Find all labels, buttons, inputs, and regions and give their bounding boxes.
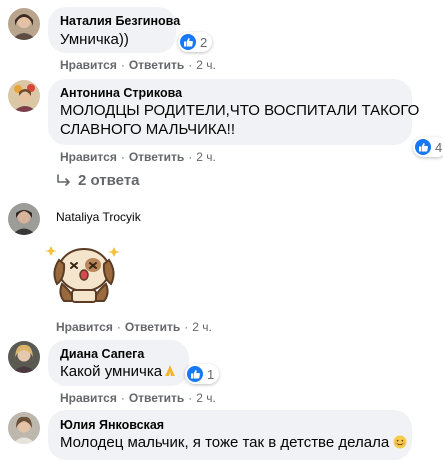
comment-text: Молодец мальчик, я тоже так в детстве де…	[60, 433, 407, 452]
separator: ·	[188, 58, 193, 72]
like-icon	[187, 366, 203, 382]
comment-avatar[interactable]	[8, 341, 40, 373]
reply-action[interactable]: Ответить	[129, 150, 184, 164]
comment-actions: Нравится · Ответить · 2 ч.	[60, 58, 216, 72]
comment-author[interactable]: Nataliya Trocyik	[56, 210, 141, 224]
comment-author[interactable]: Диана Сапега	[60, 347, 144, 361]
like-action[interactable]: Нравится	[60, 58, 117, 72]
comment-text-content: Какой умничка	[60, 363, 163, 380]
smiling-emoji	[393, 435, 407, 449]
comment-actions: Нравится · Ответить · 2 ч.	[60, 391, 216, 405]
comment-author[interactable]: Юлия Янковская	[60, 418, 164, 432]
comment-text: МОЛОДЦЫ РОДИТЕЛИ,ЧТО ВОСПИТАЛИ ТАКОГО	[60, 102, 420, 119]
puppy-sticker	[44, 238, 124, 304]
replies-count: 2 ответа	[78, 172, 140, 189]
comment-avatar[interactable]	[8, 80, 40, 112]
reply-action[interactable]: Ответить	[129, 391, 184, 405]
reply-arrow-icon	[56, 173, 72, 188]
separator: ·	[120, 150, 125, 164]
like-icon	[180, 34, 196, 50]
reaction-count: 1	[207, 366, 215, 382]
comment-text: СЛАВНОГО МАЛЬЧИКА!!	[60, 121, 236, 138]
comment-time[interactable]: 2 ч.	[196, 391, 216, 405]
comment-avatar[interactable]	[8, 412, 40, 444]
comment-actions: Нравится · Ответить · 2 ч.	[56, 320, 212, 334]
separator: ·	[120, 58, 125, 72]
reply-action[interactable]: Ответить	[125, 320, 180, 334]
comment-text: Какой умничка	[60, 362, 177, 381]
comment-text: Умничка))	[60, 31, 129, 48]
view-replies-link[interactable]: 2 ответа	[56, 172, 140, 189]
comment-text-content: Молодец мальчик, я тоже так в детстве де…	[60, 434, 390, 451]
reaction-badge[interactable]: 2	[178, 32, 213, 52]
separator: ·	[120, 391, 125, 405]
comment-time[interactable]: 2 ч.	[192, 320, 212, 334]
like-action[interactable]: Нравится	[60, 391, 117, 405]
comment-actions: Нравится · Ответить · 2 ч.	[60, 150, 216, 164]
reaction-count: 4	[435, 139, 443, 155]
like-action[interactable]: Нравится	[60, 150, 117, 164]
comment-author[interactable]: Антонина Стрикова	[60, 86, 182, 100]
reaction-badge[interactable]: 1	[185, 364, 220, 384]
separator: ·	[116, 320, 121, 334]
like-icon	[415, 139, 431, 155]
comment-time[interactable]: 2 ч.	[196, 58, 216, 72]
pray-emoji	[163, 364, 177, 378]
comment-author[interactable]: Наталия Безгинова	[60, 14, 180, 28]
comment-avatar[interactable]	[8, 8, 40, 40]
separator: ·	[188, 150, 193, 164]
separator: ·	[188, 391, 193, 405]
comment-avatar[interactable]	[8, 203, 40, 235]
separator: ·	[184, 320, 189, 334]
reaction-badge[interactable]: 4	[413, 137, 443, 157]
comment-time[interactable]: 2 ч.	[196, 150, 216, 164]
reply-action[interactable]: Ответить	[129, 58, 184, 72]
reaction-count: 2	[200, 34, 208, 50]
like-action[interactable]: Нравится	[56, 320, 113, 334]
